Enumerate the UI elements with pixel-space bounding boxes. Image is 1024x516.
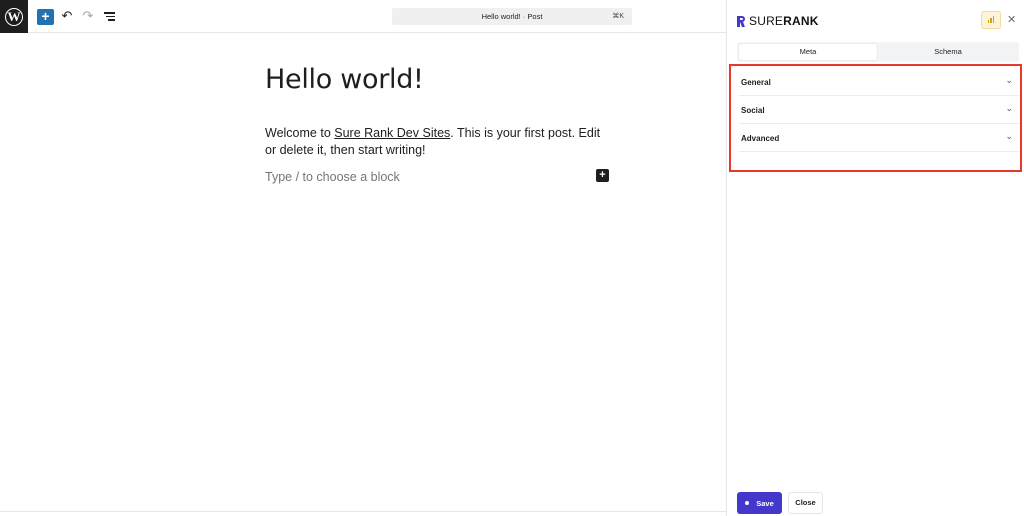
command-palette-bar[interactable]: Hello world! · Post ⌘K: [392, 8, 632, 25]
post-paragraph[interactable]: Welcome to Sure Rank Dev Sites. This is …: [265, 125, 605, 159]
surerank-logo: SURERANK: [737, 14, 819, 28]
accordion-label: General: [741, 78, 771, 87]
tab-schema[interactable]: Schema: [879, 44, 1017, 60]
accordion-label: Advanced: [741, 134, 780, 143]
wordpress-logo-icon[interactable]: W: [0, 0, 28, 33]
chevron-down-icon: ⌄: [1005, 103, 1013, 113]
site-link[interactable]: Sure Rank Dev Sites: [334, 126, 450, 140]
undo-icon[interactable]: ↶: [60, 9, 74, 23]
dot-icon: [745, 501, 750, 505]
shortcut-hint: ⌘K: [612, 13, 624, 20]
surerank-mark-icon: [737, 15, 746, 27]
surerank-sidebar: SURERANK ✕ Meta Schema General ⌄ Social …: [726, 0, 1024, 516]
inline-add-block-button[interactable]: +: [596, 169, 609, 182]
post-title[interactable]: Hello world!: [265, 64, 424, 95]
editor-footer: [0, 511, 726, 516]
brand-suffix: RANK: [783, 14, 819, 28]
save-button[interactable]: Save: [737, 492, 782, 514]
chevron-down-icon: ⌄: [1005, 75, 1013, 85]
seo-score-button[interactable]: [981, 11, 1001, 29]
add-block-button[interactable]: +: [37, 9, 54, 25]
redo-icon[interactable]: ↷: [81, 9, 95, 23]
sidebar-tabs: Meta Schema: [737, 42, 1019, 62]
close-button[interactable]: Close: [788, 492, 823, 514]
document-title: Hello world! · Post: [481, 12, 543, 21]
close-icon[interactable]: ✕: [1007, 13, 1016, 26]
list-view-icon[interactable]: [104, 12, 115, 21]
chevron-down-icon: ⌄: [1005, 131, 1013, 141]
save-label: Save: [756, 498, 774, 508]
block-placeholder[interactable]: Type / to choose a block: [265, 170, 400, 184]
accordion-label: Social: [741, 106, 765, 115]
accordion-advanced[interactable]: Advanced ⌄: [739, 124, 1019, 152]
accordion-social[interactable]: Social ⌄: [739, 96, 1019, 124]
tab-meta[interactable]: Meta: [739, 44, 877, 60]
editor-toolbar: W + ↶ ↷ Hello world! · Post ⌘K: [0, 0, 726, 33]
paragraph-text-start: Welcome to: [265, 126, 335, 140]
accordion-general[interactable]: General ⌄: [739, 68, 1019, 96]
brand-prefix: SURE: [749, 14, 784, 28]
